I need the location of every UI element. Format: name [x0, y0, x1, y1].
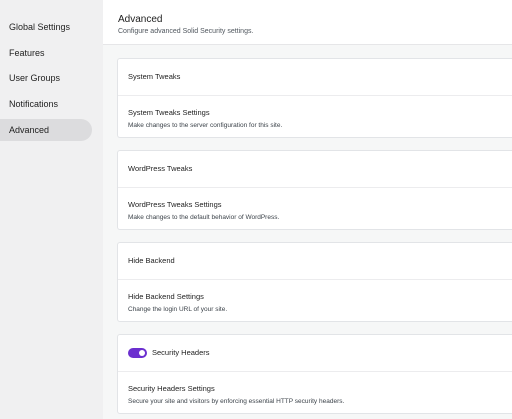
- section-header: System Tweaks: [118, 59, 512, 96]
- settings-content: System Tweaks System Tweaks Settings Mak…: [103, 45, 512, 419]
- section-title: Security Headers: [152, 348, 210, 357]
- section-title: WordPress Tweaks: [128, 164, 193, 173]
- wordpress-tweaks-settings-link[interactable]: WordPress Tweaks Settings: [128, 200, 222, 209]
- section-security-headers: Security Headers Security Headers Settin…: [117, 334, 512, 414]
- setting-description: Change the login URL of your site.: [128, 306, 228, 313]
- toggle-knob: [139, 350, 145, 356]
- main-panel: Advanced Configure advanced Solid Securi…: [103, 0, 512, 419]
- section-title: Hide Backend: [128, 256, 175, 265]
- security-headers-toggle[interactable]: [128, 348, 147, 358]
- security-headers-settings-link[interactable]: Security Headers Settings: [128, 384, 215, 393]
- sidebar-item-notifications[interactable]: Notifications: [0, 93, 92, 115]
- page-header: Advanced Configure advanced Solid Securi…: [103, 0, 512, 45]
- page-subtitle: Configure advanced Solid Security settin…: [118, 28, 254, 35]
- sidebar-item-advanced[interactable]: Advanced: [0, 119, 92, 141]
- setting-description: Make changes to the server configuration…: [128, 122, 283, 129]
- section-header: Hide Backend: [118, 243, 512, 280]
- sidebar: Global Settings Features User Groups Not…: [0, 0, 103, 419]
- setting-description: Secure your site and visitors by enforci…: [128, 398, 345, 405]
- page-title: Advanced: [118, 14, 163, 25]
- setting-description: Make changes to the default behavior of …: [128, 214, 280, 221]
- section-header: Security Headers: [118, 335, 512, 372]
- sidebar-item-global-settings[interactable]: Global Settings: [0, 16, 92, 38]
- section-title: System Tweaks: [128, 72, 181, 81]
- section-system-tweaks: System Tweaks System Tweaks Settings Mak…: [117, 58, 512, 138]
- section-wordpress-tweaks: WordPress Tweaks WordPress Tweaks Settin…: [117, 150, 512, 230]
- system-tweaks-settings-link[interactable]: System Tweaks Settings: [128, 108, 210, 117]
- sidebar-item-user-groups[interactable]: User Groups: [0, 67, 92, 89]
- section-header: WordPress Tweaks: [118, 151, 512, 188]
- section-hide-backend: Hide Backend Hide Backend Settings Chang…: [117, 242, 512, 322]
- hide-backend-settings-link[interactable]: Hide Backend Settings: [128, 292, 204, 301]
- sidebar-item-features[interactable]: Features: [0, 42, 92, 64]
